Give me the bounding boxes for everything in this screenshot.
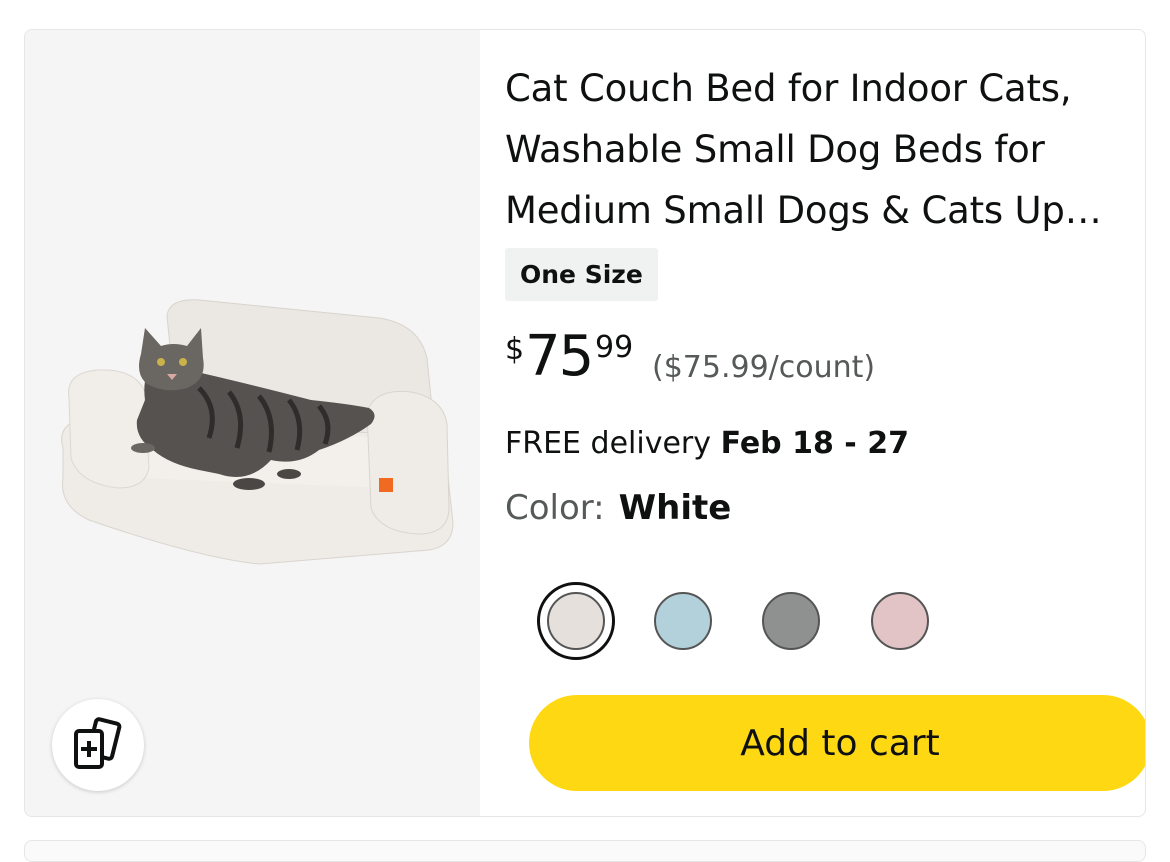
compare-cards-icon <box>74 717 122 769</box>
product-image-pane[interactable] <box>25 30 480 816</box>
color-swatch-fill <box>762 592 820 650</box>
color-swatch-fill <box>871 592 929 650</box>
price-whole: 75 <box>525 324 594 389</box>
color-selected-value: White <box>618 488 732 528</box>
product-card[interactable]: Cat Couch Bed for Indoor Cats, Washable … <box>24 29 1146 817</box>
color-swatch-blue[interactable] <box>644 582 722 660</box>
price-symbol: $ <box>505 332 525 367</box>
color-label: Color: <box>505 488 605 528</box>
color-row: Color: White <box>505 488 731 528</box>
add-to-cart-button[interactable]: Add to cart <box>529 695 1145 791</box>
color-swatch-gray[interactable] <box>752 582 830 660</box>
product-image[interactable] <box>49 288 459 568</box>
compare-button[interactable] <box>52 699 144 791</box>
product-info: Cat Couch Bed for Indoor Cats, Washable … <box>505 30 1145 816</box>
delivery-dates: Feb 18 - 27 <box>720 426 909 461</box>
unit-price: ($75.99/count) <box>652 350 876 385</box>
price-fraction: 99 <box>595 330 634 365</box>
color-swatch-white[interactable] <box>537 582 615 660</box>
delivery-info: FREE delivery Feb 18 - 27 <box>505 426 909 461</box>
color-swatch-fill <box>547 592 605 650</box>
delivery-prefix: FREE delivery <box>505 426 712 461</box>
color-swatch-pink[interactable] <box>861 582 939 660</box>
size-badge[interactable]: One Size <box>505 248 658 301</box>
next-product-card[interactable] <box>24 840 1146 862</box>
color-swatch-fill <box>654 592 712 650</box>
product-title[interactable]: Cat Couch Bed for Indoor Cats, Washable … <box>505 58 1130 241</box>
